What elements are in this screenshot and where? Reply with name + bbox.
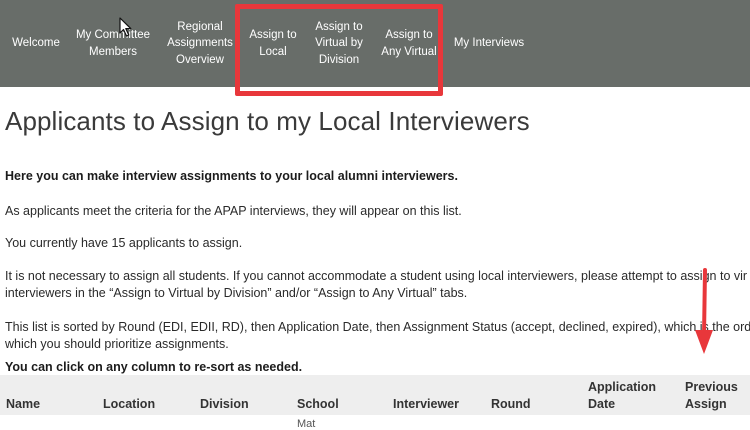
nav-assign-to-local[interactable]: Assign to Local [245, 0, 301, 87]
nav-my-interviews[interactable]: My Interviews [450, 0, 528, 87]
criteria-text: As applicants meet the criteria for the … [5, 204, 462, 218]
nav-regional-assignments-overview-label: Regional Assignments Overview [167, 20, 233, 66]
red-down-arrow-icon [695, 268, 713, 354]
nav-welcome[interactable]: Welcome [8, 0, 64, 87]
column-header-school[interactable]: School [297, 396, 339, 413]
resort-hint: You can click on any column to re-sort a… [5, 360, 303, 374]
nav-my-committee-members-label: My Committee Members [75, 29, 151, 58]
page-title: Applicants to Assign to my Local Intervi… [5, 106, 530, 136]
column-header-interviewer[interactable]: Interviewer [393, 396, 459, 413]
column-header-round[interactable]: Round [491, 396, 531, 413]
nav-assign-to-virtual-by-division-label: Assign to Virtual by Division [315, 20, 363, 66]
mouse-pointer-icon [119, 17, 132, 37]
column-header-name[interactable]: Name [6, 396, 40, 413]
nav-my-interviews-label: My Interviews [453, 37, 525, 50]
top-navbar: Welcome My Committee Members Regional As… [0, 0, 750, 87]
assignment-note-line-1: It is not necessary to assign all studen… [5, 269, 748, 283]
nav-assign-to-any-virtual[interactable]: Assign to Any Virtual [378, 0, 440, 87]
assignment-note-line-2: interviewers in the “Assign to Virtual b… [5, 286, 468, 300]
sort-note-line-2: which you should prioritize assignments. [5, 337, 229, 351]
nav-assign-to-virtual-by-division[interactable]: Assign to Virtual by Division [308, 0, 370, 87]
table-row-partial-text: Mat [297, 418, 316, 430]
applicant-count-text: You currently have 15 applicants to assi… [5, 236, 243, 250]
nav-regional-assignments-overview[interactable]: Regional Assignments Overview [162, 0, 238, 87]
sort-note-line-1: This list is sorted by Round (EDI, EDII,… [5, 320, 750, 334]
column-header-previous-assign[interactable]: Previous Assign [685, 379, 738, 413]
table-header: Name Location Division School Interviewe… [0, 375, 750, 415]
nav-my-committee-members[interactable]: My Committee Members [72, 0, 154, 87]
column-header-division[interactable]: Division [200, 396, 249, 413]
nav-assign-to-any-virtual-label: Assign to Any Virtual [381, 29, 437, 58]
column-header-application-date[interactable]: Application Date [588, 379, 656, 413]
nav-welcome-label: Welcome [12, 37, 60, 50]
nav-assign-to-local-label: Assign to Local [249, 29, 297, 58]
intro-heading: Here you can make interview assignments … [5, 169, 458, 183]
column-header-location[interactable]: Location [103, 396, 155, 413]
